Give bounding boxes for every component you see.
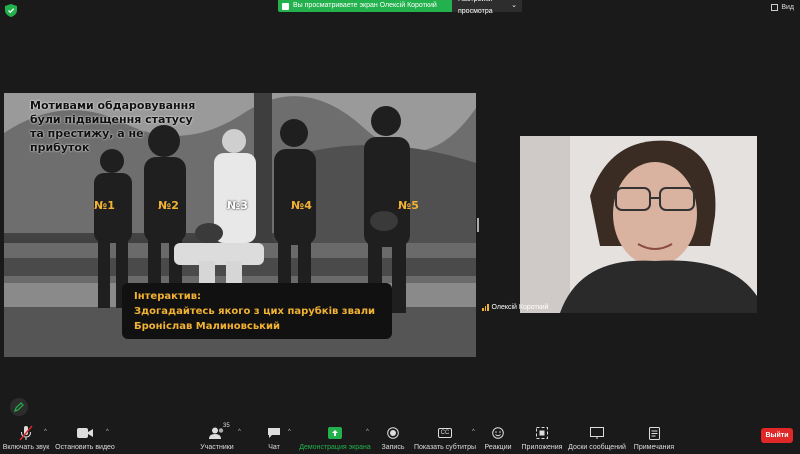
share-screen-icon	[328, 427, 342, 439]
record-button[interactable]: Запись	[379, 421, 407, 454]
audio-options-chevron-icon[interactable]: ^	[44, 429, 47, 435]
stop-video-button[interactable]: Остановить видео	[55, 421, 115, 454]
label-number-4: №4	[291, 199, 312, 212]
chat-bubble-icon	[268, 428, 280, 438]
reactions-label: Реакции	[484, 444, 512, 451]
whiteboards-button[interactable]: Доски сообщений	[568, 421, 626, 454]
view-button[interactable]: Вид	[771, 4, 794, 11]
apps-label: Приложения	[521, 444, 563, 451]
chat-label: Чат	[268, 444, 280, 451]
interactive-line-2: Броніслав Малиновський	[134, 321, 280, 332]
stop-video-label: Остановить видео	[55, 444, 115, 451]
view-settings-label: Настройки просмотра	[458, 0, 493, 15]
unmute-label: Включать звук	[2, 444, 50, 451]
notes-icon	[648, 426, 660, 440]
show-subtitles-button[interactable]: CC Показать субтитры	[413, 421, 477, 454]
share-screen-button[interactable]: Демонстрация экрана	[299, 421, 371, 454]
microphone-muted-icon	[19, 425, 33, 441]
video-options-chevron-icon[interactable]: ^	[106, 429, 109, 435]
shared-screen-slide: Мотивами обдаровування були підвищення с…	[4, 93, 476, 357]
apps-button[interactable]: Приложения	[522, 421, 562, 454]
record-label: Запись	[381, 444, 405, 451]
chevron-down-icon: ⌄	[511, 2, 517, 9]
audio-signal-icon	[482, 304, 489, 311]
chat-options-chevron-icon[interactable]: ^	[288, 429, 291, 435]
interactive-line-1: Здогадайтесь якого з цих парубків звали	[134, 306, 376, 317]
chat-button[interactable]: Чат	[262, 421, 286, 454]
participant-name: Олексій Короткий	[491, 304, 549, 311]
apps-icon	[536, 427, 548, 439]
participants-button[interactable]: 35 Участники	[200, 421, 234, 454]
participants-label: Участники	[200, 444, 234, 451]
interactive-heading: Інтерактив:	[134, 291, 202, 302]
share-indicator-icon	[282, 2, 289, 10]
whiteboard-icon	[590, 427, 604, 439]
share-options-chevron-icon[interactable]: ^	[366, 429, 369, 435]
share-banner-text: Вы просматриваете экран Олексій Короткий	[293, 2, 437, 9]
smiley-icon	[492, 427, 504, 439]
record-icon	[387, 427, 399, 439]
interactive-caption-box: Інтерактив: Здогадайтесь якого з цих пар…	[122, 283, 392, 339]
show-subtitles-label: Показать субтитры	[413, 444, 477, 451]
participant-name-tag: Олексій Короткий	[482, 304, 549, 311]
participant-video[interactable]	[520, 136, 757, 313]
reactions-button[interactable]: Реакции	[484, 421, 512, 454]
screen-share-banner: Вы просматриваете экран Олексій Короткий	[278, 0, 452, 12]
unmute-button[interactable]: Включать звук	[2, 421, 50, 454]
slide-title: Мотивами обдаровування були підвищення с…	[30, 99, 196, 154]
split-view-resize-handle[interactable]	[477, 218, 479, 232]
label-number-3: №3	[227, 199, 248, 212]
view-settings-button[interactable]: Настройки просмотра ⌄	[452, 0, 522, 15]
share-screen-label: Демонстрация экрана	[299, 444, 371, 451]
notes-button[interactable]: Примечания	[634, 421, 674, 454]
whiteboards-label: Доски сообщений	[568, 444, 626, 451]
label-number-5: №5	[398, 199, 419, 212]
notes-label: Примечания	[633, 444, 675, 451]
pencil-icon	[14, 402, 24, 412]
annotate-button[interactable]	[10, 398, 28, 416]
leave-meeting-button[interactable]: Выйти	[761, 428, 793, 443]
participants-options-chevron-icon[interactable]: ^	[238, 429, 241, 435]
subtitles-options-chevron-icon[interactable]: ^	[472, 429, 475, 435]
label-number-2: №2	[158, 199, 179, 212]
meeting-toolbar: Включать звук ^ Остановить видео ^ 35 Уч…	[0, 421, 800, 454]
participants-count: 35	[223, 423, 230, 429]
security-shield-icon[interactable]	[5, 4, 17, 17]
closed-captions-icon: CC	[437, 428, 453, 438]
view-label: Вид	[781, 4, 794, 11]
grid-view-icon	[771, 4, 779, 11]
video-camera-icon	[77, 428, 93, 438]
label-number-1: №1	[94, 199, 115, 212]
participant-video-image	[520, 136, 757, 313]
